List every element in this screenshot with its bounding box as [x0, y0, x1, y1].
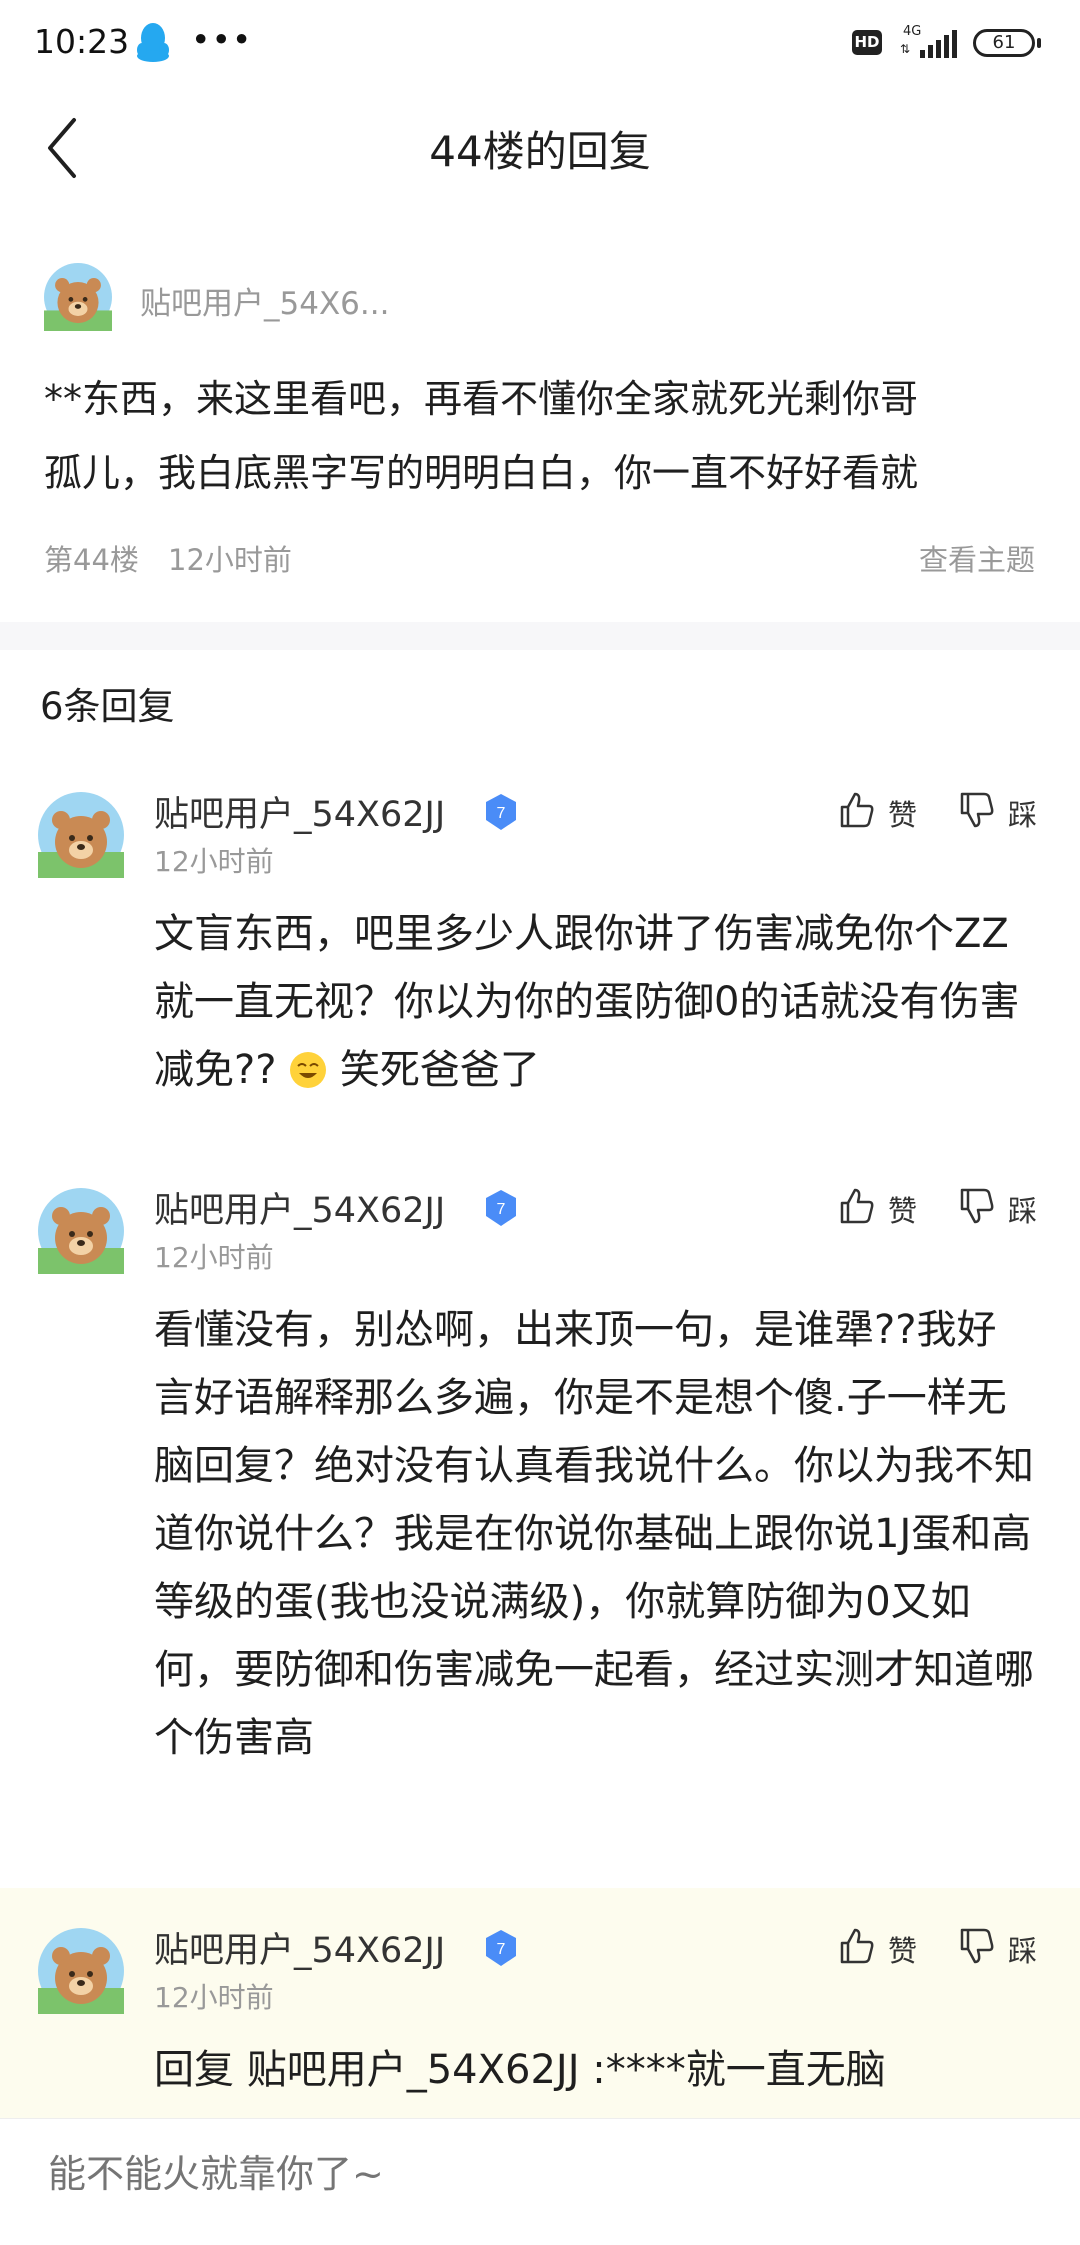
- level-number: 7: [497, 1201, 506, 1218]
- like-label: 赞: [888, 1194, 918, 1228]
- data-arrows-icon: ⇅: [900, 42, 911, 56]
- reply-time: 12小时前: [154, 845, 274, 878]
- reply-time: 12小时前: [154, 1241, 274, 1274]
- op-content-line: **东西，来这里看吧，再看不懂你全家就死光剩你哥: [44, 377, 919, 421]
- reply-time: 12小时前: [154, 1981, 274, 2014]
- reply-text-after-emoji: 笑死爸爸了: [339, 1047, 540, 1093]
- reply-content: 看懂没有，别怂啊，出来顶一句，是谁犟??我好言好语解释那么多遍，你是不是想个傻.…: [154, 1307, 1034, 1761]
- thumbs-down-icon: [960, 1188, 994, 1224]
- level-badge-icon: 7: [486, 794, 516, 830]
- qq-penguin-icon: [137, 23, 169, 62]
- dislike-label: 踩: [1008, 1934, 1038, 1968]
- op-timestamp: 12小时前: [168, 543, 292, 577]
- thumbs-down-icon: [960, 1928, 994, 1964]
- battery-indicator: 61: [973, 29, 1035, 57]
- page-title: 44楼的回复: [429, 127, 651, 176]
- section-divider: [0, 622, 1080, 650]
- level-number: 7: [497, 805, 506, 822]
- more-notifications-icon: •••: [191, 20, 253, 59]
- battery-cap: [1037, 38, 1041, 48]
- level-badge-icon: 7: [486, 1190, 516, 1226]
- reply-content: 回复 贴吧用户_54X62JJ :****就一直无脑: [154, 2047, 886, 2093]
- reply-username[interactable]: 贴吧用户_54X62JJ: [154, 1922, 445, 1973]
- comment-input[interactable]: [48, 2152, 1028, 2196]
- status-time: 10:23: [34, 22, 130, 61]
- like-label: 赞: [888, 798, 918, 832]
- dislike-label: 踩: [1008, 798, 1038, 832]
- thumbs-down-icon: [960, 792, 994, 828]
- level-badge-icon: 7: [486, 1930, 516, 1966]
- dislike-label: 踩: [1008, 1194, 1038, 1228]
- reply-count: 6条回复: [40, 685, 175, 728]
- level-number: 7: [497, 1941, 506, 1958]
- user-avatar[interactable]: [38, 792, 124, 878]
- op-username[interactable]: 贴吧用户_54X6...: [140, 278, 389, 323]
- like-label: 赞: [888, 1934, 918, 1968]
- user-avatar[interactable]: [38, 1928, 124, 2014]
- op-avatar[interactable]: [44, 263, 112, 331]
- op-content-line: 孤儿，我白底黑字写的明明白白，你一直不好好看就: [44, 451, 919, 495]
- signal-strength-icon: [920, 30, 957, 58]
- hd-voice-icon: HD: [852, 30, 882, 55]
- op-floor-number: 第44楼: [44, 543, 139, 577]
- thumbs-up-icon: [840, 1188, 874, 1224]
- laughing-emoji-icon: [290, 1052, 327, 1088]
- thumbs-up-icon: [840, 1928, 874, 1964]
- reply-username[interactable]: 贴吧用户_54X62JJ: [154, 1182, 445, 1233]
- reply-text: 文盲东西，吧里多少人跟你讲了伤害减免你个ZZ就一直无视？你以为你的蛋防御0的话就…: [154, 911, 1020, 1093]
- user-avatar[interactable]: [38, 1188, 124, 1274]
- op-content: **东西，来这里看吧，再看不懂你全家就死光剩你哥 孤儿，我白底黑字写的明明白白，…: [44, 362, 1044, 510]
- reply-content: 文盲东西，吧里多少人跟你讲了伤害减免你个ZZ就一直无视？你以为你的蛋防御0的话就…: [154, 900, 1034, 1104]
- reply-username[interactable]: 贴吧用户_54X62JJ: [154, 786, 445, 837]
- view-topic-link[interactable]: 查看主题: [919, 537, 1035, 579]
- thumbs-up-icon: [840, 792, 874, 828]
